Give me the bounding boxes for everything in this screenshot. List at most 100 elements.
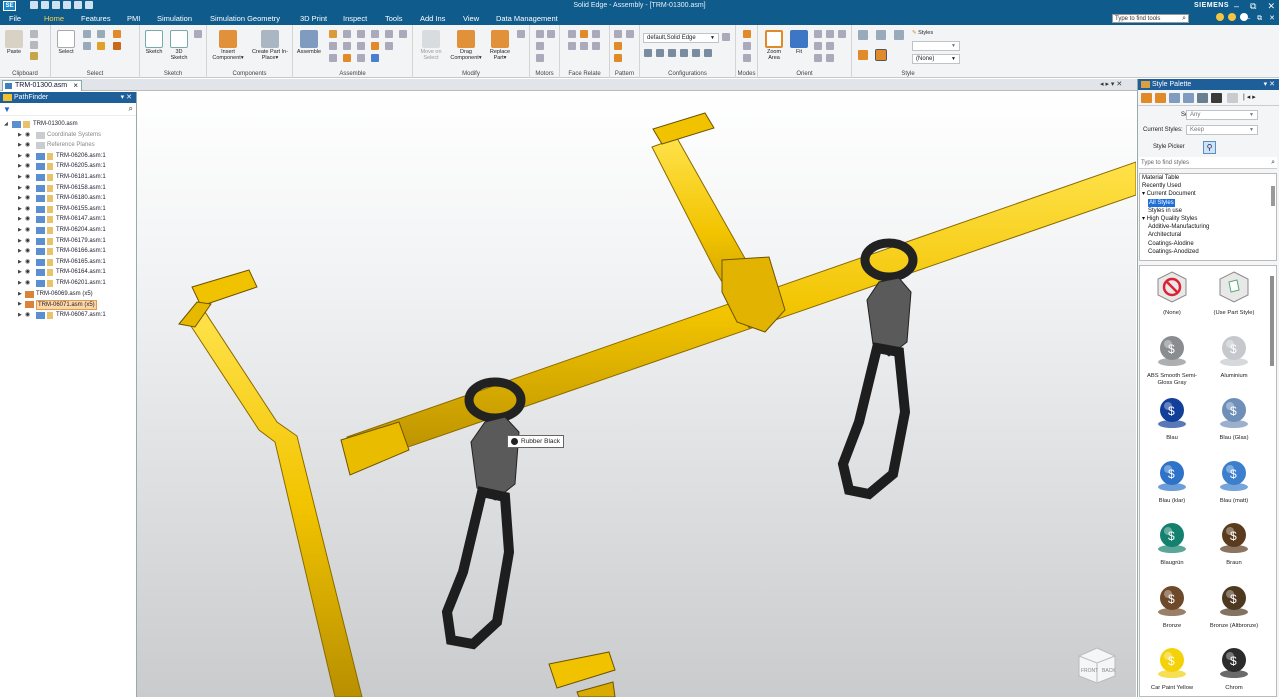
tree-item[interactable]: ▶ ◉ TRM-06205.asm:1 [0, 161, 136, 172]
feedback-icon[interactable] [1228, 13, 1236, 21]
simulate-motor-icon[interactable] [547, 30, 555, 38]
copy-icon[interactable] [30, 41, 38, 49]
visibility-eye-icon[interactable]: ◉ [25, 236, 30, 247]
mode-2-icon[interactable] [743, 42, 751, 50]
styles-button[interactable]: ✎ Styles [912, 30, 946, 36]
shaded-edges-icon[interactable] [875, 49, 887, 61]
tree-item[interactable]: ▶ TRM-06071.asm (x5) [0, 299, 136, 311]
visibility-eye-icon[interactable]: ◉ [25, 225, 30, 236]
visibility-eye-icon[interactable]: ◉ [25, 214, 30, 225]
feature-style-icon[interactable] [1169, 93, 1180, 103]
select-button[interactable]: Select [56, 30, 76, 55]
current-styles-combo[interactable]: Keep ▼ [1186, 125, 1258, 135]
style-list-item[interactable]: Coatings-Alodine [1140, 240, 1276, 248]
tab-file[interactable]: File [9, 12, 21, 25]
insert-relate-icon[interactable] [371, 30, 379, 38]
align-icon[interactable] [343, 30, 351, 38]
sketch-view-icon[interactable] [194, 30, 202, 38]
expand-arrow-icon[interactable]: ▶ [18, 130, 22, 141]
expand-arrow-icon[interactable]: ▶ [18, 289, 22, 300]
select-part-icon[interactable] [97, 42, 105, 50]
expand-arrow-icon[interactable]: ▶ [18, 310, 22, 321]
move-on-select-button[interactable]: Move on Select [416, 30, 446, 61]
tangent-icon[interactable] [329, 42, 337, 50]
expand-arrow-icon[interactable]: ▶ [18, 225, 22, 236]
tree-item[interactable]: ▶ ◉ TRM-06147.asm:1 [0, 214, 136, 225]
tree-item[interactable]: ▶ ◉ TRM-06201.asm:1 [0, 278, 136, 289]
tab-view[interactable]: View [463, 12, 479, 25]
rotate-icon[interactable] [838, 30, 846, 38]
ground-icon[interactable] [343, 54, 351, 62]
shaded-icon[interactable] [858, 50, 868, 60]
style-swatch[interactable]: $ Blau (Glas) [1202, 395, 1266, 442]
texture-icon[interactable] [1197, 93, 1208, 103]
tree-item[interactable]: ▶ ◉ TRM-06206.asm:1 [0, 151, 136, 162]
motor-icon[interactable] [536, 30, 544, 38]
doc-close-button[interactable]: ✕ [1269, 12, 1275, 25]
style-combo-empty[interactable]: ▼ [912, 41, 960, 51]
along-curve-icon[interactable] [614, 54, 622, 62]
cam-icon[interactable] [343, 42, 351, 50]
mirror-icon[interactable] [626, 30, 634, 38]
visibility-eye-icon[interactable]: ◉ [25, 140, 30, 151]
style-swatch[interactable]: $ Blaugrün [1140, 520, 1204, 567]
mode-3-icon[interactable] [743, 54, 751, 62]
style-list-item[interactable]: Additive-Manufacturing [1140, 223, 1276, 231]
tree-item[interactable]: ▶ TRM-06069.asm (x5) [0, 289, 136, 300]
style-swatch[interactable]: $ Blau (matt) [1202, 458, 1266, 505]
create-part-in-place-button[interactable]: Create Part In-Place▾ [251, 30, 289, 61]
style-list-item[interactable]: ▾ High Quality Styles [1140, 215, 1276, 223]
pattern-icon[interactable] [614, 30, 622, 38]
style-swatch[interactable]: $ Aluminium [1202, 333, 1266, 380]
linear-motor-icon[interactable] [536, 54, 544, 62]
pin-close-icon[interactable]: ▾ ✕ [121, 92, 132, 103]
mate-icon[interactable] [329, 30, 337, 38]
zoom-area-button[interactable]: Zoom Area [762, 30, 786, 61]
expand-arrow-icon[interactable]: ▶ [18, 246, 22, 257]
3d-sketch-button[interactable]: 3D Sketch [168, 30, 190, 61]
search-icon[interactable]: ⌕ [129, 104, 133, 114]
tab-data-management[interactable]: Data Management [496, 12, 558, 25]
tab-pmi[interactable]: PMI [127, 12, 140, 25]
connect-icon[interactable] [385, 30, 393, 38]
visibility-eye-icon[interactable]: ◉ [25, 310, 30, 321]
sim-config-icon[interactable] [692, 49, 700, 57]
modify-extra-icon[interactable] [517, 30, 525, 38]
paste-button[interactable]: Paste [4, 30, 24, 55]
sketch-view-orient-icon[interactable] [814, 42, 822, 50]
tree-item[interactable]: ▶ ◉ TRM-06164.asm:1 [0, 267, 136, 278]
style-swatch[interactable]: $ Car Paint Yellow [1140, 645, 1204, 692]
find-styles-input[interactable]: Type to find styles ⌕ [1139, 157, 1277, 169]
style-list-item[interactable]: Material Table [1140, 174, 1276, 182]
tab-add-ins[interactable]: Add Ins [420, 12, 445, 25]
quick-pick-icon[interactable] [113, 30, 121, 38]
visibility-eye-icon[interactable]: ◉ [25, 161, 30, 172]
filter-icon[interactable]: ▼ [3, 105, 11, 114]
tree-item[interactable]: ▶ ◉ TRM-06155.asm:1 [0, 204, 136, 215]
tab-simulation[interactable]: Simulation [157, 12, 192, 25]
tree-item[interactable]: ▶ ◉ TRM-06204.asm:1 [0, 225, 136, 236]
axial-align-icon[interactable] [357, 30, 365, 38]
maximize-button[interactable]: ⧉ [1250, 0, 1256, 12]
replace-part-button[interactable]: Replace Part▾ [486, 30, 514, 61]
pmi-config-icon[interactable] [680, 49, 688, 57]
expand-arrow-icon[interactable]: ▶ [18, 172, 22, 183]
pan-icon[interactable] [826, 30, 834, 38]
style-swatch[interactable]: $ Bronze (Altbronze) [1202, 583, 1266, 630]
palette-option-icon[interactable] [1227, 93, 1238, 103]
visibility-eye-icon[interactable]: ◉ [25, 257, 30, 268]
expand-arrow-icon[interactable]: ▶ [18, 204, 22, 215]
cut-icon[interactable] [30, 30, 38, 38]
tangent-face-icon[interactable] [592, 42, 600, 50]
visibility-eye-icon[interactable]: ◉ [25, 151, 30, 162]
tree-item[interactable]: ▶ ◉ TRM-06179.asm:1 [0, 236, 136, 247]
format-painter-icon[interactable] [30, 52, 38, 60]
hidden-edges-icon[interactable] [894, 30, 904, 40]
rotary-motor-icon[interactable] [536, 42, 544, 50]
face-style-icon[interactable] [1155, 93, 1166, 103]
visibility-eye-icon[interactable]: ◉ [25, 172, 30, 183]
style-swatch[interactable]: $ Braun [1202, 520, 1266, 567]
insert-component-button[interactable]: Insert Component▾ [210, 30, 246, 61]
style-list-item[interactable]: ▾ Current Document [1140, 190, 1276, 198]
style-combo[interactable]: (None) ▼ [912, 54, 960, 64]
